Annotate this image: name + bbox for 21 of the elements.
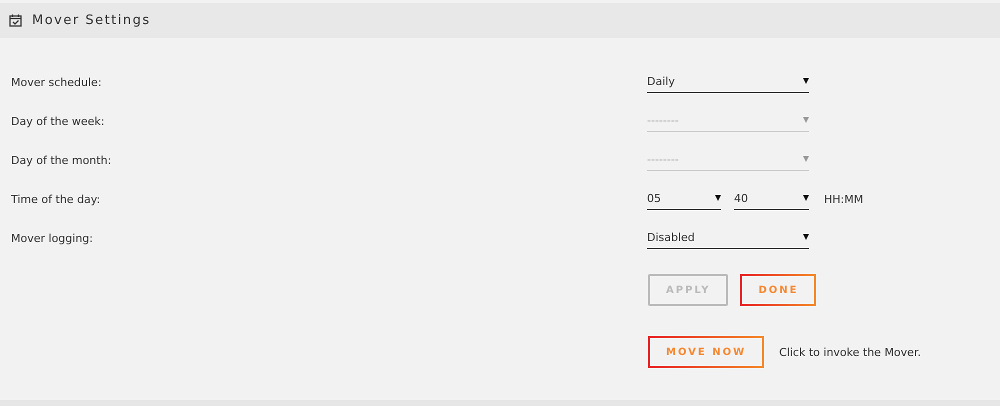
- dropdown[interactable]: Daily: [647, 73, 809, 93]
- dropdown[interactable]: 05: [647, 190, 721, 210]
- caret-icon: [803, 78, 809, 84]
- panel-title: Mover Settings: [32, 13, 151, 28]
- action-button[interactable]: DONE: [740, 274, 816, 306]
- field-label: Mover logging:: [11, 231, 94, 245]
- field-label: Time of the day:: [11, 192, 102, 206]
- caret-icon: [803, 117, 809, 123]
- field-label: Day of the week:: [11, 114, 106, 128]
- caret-icon: [803, 195, 809, 201]
- field-label: Mover schedule:: [11, 75, 103, 89]
- caret-icon: [715, 195, 721, 201]
- dropdown[interactable]: 40: [734, 190, 809, 210]
- move-now-button[interactable]: MOVE NOW: [648, 336, 764, 368]
- field-label: Day of the month:: [11, 153, 112, 167]
- move-hint: Click to invoke the Mover.: [779, 346, 921, 358]
- caret-icon: [803, 156, 809, 162]
- time-format-label: HH:MM: [824, 192, 864, 206]
- dropdown[interactable]: Disabled: [647, 229, 809, 249]
- caret-icon: [803, 234, 809, 240]
- calendar-icon: [9, 14, 22, 27]
